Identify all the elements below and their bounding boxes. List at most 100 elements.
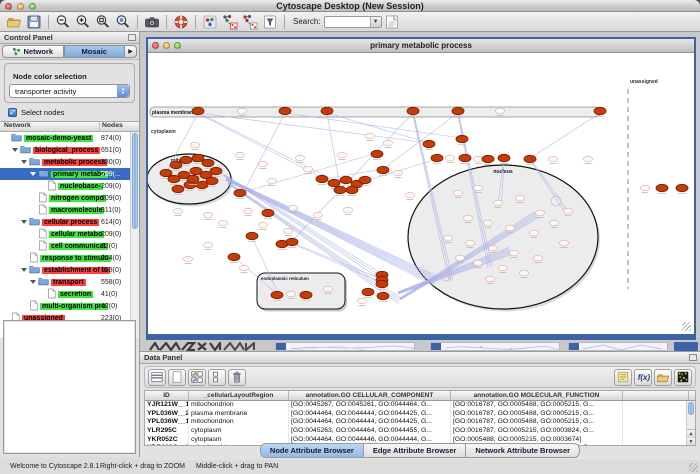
- node-color-dropdown-value: transporter activity: [15, 87, 76, 96]
- snapshot-camera-button[interactable]: [142, 13, 162, 31]
- cell-region: mitochondrion: [189, 418, 289, 427]
- network-tab-icon: [12, 47, 21, 56]
- tree-row-label: cell communicat: [49, 243, 108, 250]
- tree-row[interactable]: primary metabo209(...: [0, 168, 139, 180]
- tree-row[interactable]: biological_process651(0): [0, 144, 139, 156]
- expand-triangle-icon[interactable]: [21, 268, 27, 272]
- background-window[interactable]: [275, 342, 415, 351]
- attribute-matrix-button[interactable]: [674, 369, 692, 386]
- data-panel-title: Data Panel: [144, 353, 182, 362]
- attribute-notes-button[interactable]: [614, 369, 632, 386]
- cell-region: plasma membrane: [189, 410, 289, 419]
- select-nodes-checkbox[interactable]: ✓: [8, 108, 17, 117]
- zoom-fit-button[interactable]: [93, 13, 113, 31]
- folder-icon: [20, 144, 33, 156]
- new-network-from-selection-icon: [222, 14, 238, 30]
- tree-row[interactable]: metabolic process280(0): [0, 156, 139, 168]
- scrollbar-thumb[interactable]: [688, 402, 694, 415]
- network-canvas[interactable]: plasma membranemitochondrionnucleusendop…: [148, 53, 694, 334]
- expand-triangle-icon[interactable]: [30, 172, 36, 176]
- help-lifering-button[interactable]: [171, 13, 191, 31]
- tree-row-node-count: 558(0): [101, 267, 131, 274]
- zoom-in-button[interactable]: [73, 13, 93, 31]
- new-network-from-selection-button[interactable]: [220, 13, 240, 31]
- tab-network[interactable]: Network: [2, 45, 64, 58]
- window-titlebar[interactable]: Cytoscape Desktop (New Session): [0, 0, 700, 12]
- tree-row-node-count: 41(0): [101, 291, 131, 298]
- tree-row-node-count: 42(0): [101, 303, 131, 310]
- window-resize-grip[interactable]: [682, 322, 691, 331]
- expand-triangle-icon[interactable]: [30, 280, 36, 284]
- tab-node-attribute-browser[interactable]: Node Attribute Browser: [261, 444, 364, 457]
- cell-filler: [623, 418, 689, 427]
- zoom-out-button[interactable]: [53, 13, 73, 31]
- tree-row[interactable]: cell communicat22(0): [0, 240, 139, 252]
- tree-row[interactable]: multi-organism pro42(0): [0, 300, 139, 312]
- scrollbar-thumb[interactable]: [132, 133, 138, 229]
- table-row[interactable]: YPL036W__1mitochondrion[GO:0044464, GO:0…: [145, 418, 695, 427]
- tree-row-node-count: 558(0): [101, 279, 131, 286]
- import-attributes-button[interactable]: [654, 369, 672, 386]
- zoom-selected-button[interactable]: [113, 13, 133, 31]
- tree-column-nodes[interactable]: Nodes: [100, 122, 123, 131]
- table-row[interactable]: YJR121W__1mitochondrion[GO:0045267, GO:0…: [145, 401, 695, 410]
- cell-molecular-function: [GO:0016787, GO:0005215, GO:0003824, G..…: [451, 427, 623, 436]
- tree-scrollbar[interactable]: [130, 132, 139, 338]
- app-resize-grip[interactable]: [689, 463, 698, 472]
- tab-mosaic[interactable]: Mosaic: [64, 45, 126, 58]
- birdseye-view[interactable]: [3, 320, 136, 454]
- tree-row[interactable]: nitrogen compo209(0): [0, 192, 139, 204]
- table-row[interactable]: YLR295Ccytoplasm[GO:0045263, GO:0044464,…: [145, 427, 695, 436]
- expand-triangle-icon[interactable]: [21, 160, 27, 164]
- attribute-index-button[interactable]: [382, 13, 402, 31]
- tree-row[interactable]: response to stimulu264(0): [0, 252, 139, 264]
- table-row[interactable]: YPL036W__2plasma membrane[GO:0044464, GO…: [145, 410, 695, 419]
- table-scrollbar[interactable]: ▲ ▼: [686, 401, 695, 445]
- tree-row[interactable]: secretion41(0): [0, 288, 139, 300]
- cell-id: YJR121W__1: [145, 401, 189, 410]
- tab-overflow-arrow[interactable]: ▶: [125, 45, 137, 58]
- search-dropdown-icon[interactable]: ▼: [370, 17, 381, 27]
- snapshot-camera-icon: [144, 14, 160, 30]
- expand-triangle-icon[interactable]: [12, 148, 18, 152]
- tree-row[interactable]: macromolecule311(0): [0, 204, 139, 216]
- tree-row[interactable]: cellular process614(0): [0, 216, 139, 228]
- attribute-table-button[interactable]: [148, 369, 166, 386]
- network-view-window[interactable]: primary metabolic process plasma membran…: [146, 37, 696, 340]
- tree-row[interactable]: mosaic-demo-yeast874(0): [0, 132, 139, 144]
- tree-row-label: multi-organism pro: [40, 303, 108, 310]
- unselect-attributes-button[interactable]: [208, 369, 226, 386]
- tree-row[interactable]: transport558(0): [0, 276, 139, 288]
- node-color-dropdown[interactable]: transporter activity ▲▼: [9, 84, 130, 98]
- folder-icon: [38, 168, 49, 178]
- background-window[interactable]: [568, 342, 668, 351]
- network-window-titlebar[interactable]: primary metabolic process: [148, 39, 694, 53]
- background-window[interactable]: [430, 342, 560, 351]
- folder-icon: [29, 216, 40, 226]
- search-input[interactable]: ▼: [324, 16, 382, 28]
- new-attribute-button[interactable]: [168, 369, 186, 386]
- tab-edge-attribute-browser[interactable]: Edge Attribute Browser: [364, 444, 466, 457]
- tab-network-attribute-browser[interactable]: Network Attribute Browser: [466, 444, 579, 457]
- column-header-2[interactable]: _cellularLayoutRegion: [189, 391, 289, 400]
- tree-column-network[interactable]: Network: [0, 122, 100, 131]
- filter-button[interactable]: [260, 13, 280, 31]
- tree-row[interactable]: cellular metabo209(0): [0, 228, 139, 240]
- column-header-3[interactable]: annotation.GO CELLULAR_COMPONENT: [289, 391, 451, 400]
- delete-attribute-button[interactable]: [228, 369, 246, 386]
- float-panel-icon[interactable]: [689, 354, 697, 361]
- column-header-1[interactable]: ID: [145, 391, 189, 400]
- save-session-button[interactable]: [24, 13, 44, 31]
- select-attributes-button[interactable]: [188, 369, 206, 386]
- expand-triangle-icon[interactable]: [21, 220, 27, 224]
- tree-row[interactable]: establishment of lo558(0): [0, 264, 139, 276]
- new-network-from-selection-edges-button[interactable]: [240, 13, 260, 31]
- float-panel-icon[interactable]: [128, 34, 136, 41]
- vizmapper-button[interactable]: [200, 13, 220, 31]
- column-header-4[interactable]: annotation.GO MOLECULAR_FUNCTION: [451, 391, 623, 400]
- scroll-up-icon[interactable]: ▲: [687, 430, 695, 438]
- tree-row[interactable]: nucleobase-209(0): [0, 180, 139, 192]
- toolbar-separator: [48, 15, 49, 29]
- formula-fx-button[interactable]: f(x): [634, 369, 652, 386]
- open-file-button[interactable]: [4, 13, 24, 31]
